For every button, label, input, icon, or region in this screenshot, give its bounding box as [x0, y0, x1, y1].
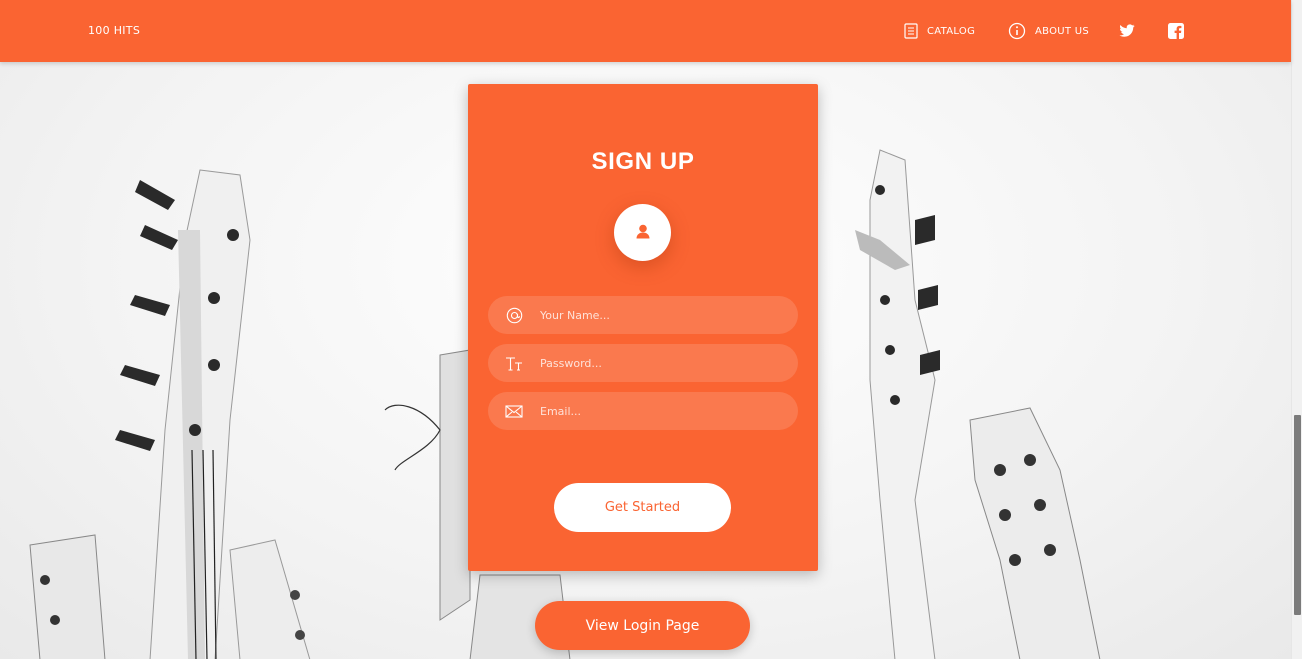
get-started-button[interactable]: Get Started: [554, 483, 731, 532]
email-field-wrapper: [488, 392, 798, 430]
scrollbar-track[interactable]: [1291, 0, 1302, 659]
at-sign-icon: [488, 307, 540, 324]
nav-about-us[interactable]: ABOUT US: [1008, 22, 1089, 40]
document-icon: [904, 23, 918, 39]
avatar: [614, 204, 671, 261]
signup-card: SIGN UP Your Name... Email... Get Starte…: [468, 84, 818, 571]
brand-link[interactable]: 100 HITS: [88, 24, 140, 37]
twitter-icon: [1119, 24, 1135, 38]
password-field-wrapper: [488, 344, 798, 382]
nav-catalog[interactable]: CATALOG: [904, 22, 975, 40]
facebook-link[interactable]: [1168, 22, 1184, 40]
navbar: 100 HITS CATALOG ABOUT US: [0, 0, 1291, 62]
name-input[interactable]: [540, 296, 798, 334]
name-field-wrapper: [488, 296, 798, 334]
user-icon: [635, 223, 651, 243]
facebook-icon: [1168, 23, 1184, 39]
view-login-page-button[interactable]: View Login Page: [535, 601, 750, 650]
info-icon: [1008, 22, 1026, 40]
twitter-link[interactable]: [1119, 22, 1135, 40]
password-input[interactable]: [540, 344, 798, 382]
nav-catalog-label: CATALOG: [927, 25, 976, 37]
email-input[interactable]: [540, 392, 798, 430]
text-size-icon: [488, 356, 540, 371]
nav-about-us-label: ABOUT US: [1035, 25, 1090, 37]
signup-title: SIGN UP: [591, 148, 695, 175]
envelope-icon: [488, 404, 540, 418]
scrollbar-thumb[interactable]: [1294, 415, 1301, 615]
